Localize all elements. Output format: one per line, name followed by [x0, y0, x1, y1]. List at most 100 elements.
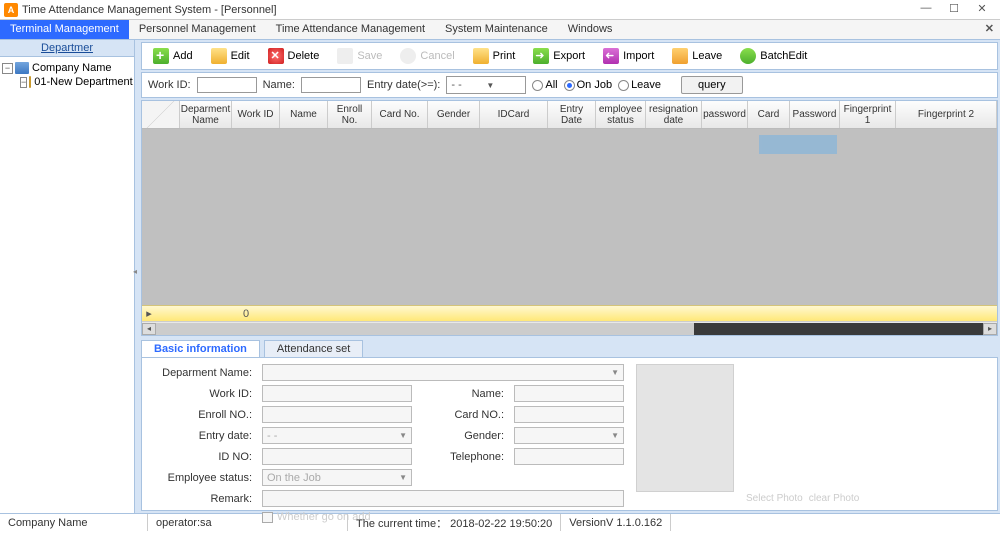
photo-preview	[636, 364, 734, 492]
tab-personnel-management[interactable]: Personnel Management	[129, 20, 266, 39]
grid-corner	[142, 101, 180, 128]
col-empstatus[interactable]: employee status	[596, 101, 646, 128]
col-gender[interactable]: Gender	[428, 101, 480, 128]
tab-attendance-set[interactable]: Attendance set	[264, 340, 363, 357]
tab-system-maintenance[interactable]: System Maintenance	[435, 20, 558, 39]
add-button[interactable]: Add	[146, 45, 200, 67]
tab-time-attendance[interactable]: Time Attendance Management	[266, 20, 435, 39]
leave-icon	[672, 48, 688, 64]
print-button[interactable]: Print	[466, 45, 523, 67]
scroll-thumb[interactable]	[156, 323, 694, 335]
query-button[interactable]: query	[681, 76, 743, 94]
col-entrydate[interactable]: Entry Date	[548, 101, 596, 128]
tree-toggle-icon[interactable]: −	[20, 77, 27, 88]
close-button[interactable]: ✕	[968, 2, 996, 18]
status-operator: operator:sa	[148, 514, 348, 531]
department-sidebar: Departmer − Company Name − 01-New Depart…	[0, 40, 135, 513]
remark-field[interactable]	[262, 490, 624, 507]
edit-button[interactable]: Edit	[204, 45, 257, 67]
company-icon	[15, 62, 29, 74]
import-icon	[603, 48, 619, 64]
enroll-field[interactable]	[262, 406, 412, 423]
scroll-right-icon[interactable]: ▸	[983, 323, 997, 335]
col-password[interactable]: password	[702, 101, 748, 128]
clear-photo-button[interactable]: clear Photo	[809, 493, 860, 504]
col-enroll[interactable]: Enroll No.	[328, 101, 372, 128]
grid-body	[142, 129, 997, 305]
import-button[interactable]: Import	[596, 45, 661, 67]
select-photo-button[interactable]: Select Photo	[746, 493, 803, 504]
name-field[interactable]	[514, 385, 624, 402]
tel-field[interactable]	[514, 448, 624, 465]
lbl-empstatus: Employee status:	[146, 469, 256, 489]
col-card[interactable]: Card	[748, 101, 790, 128]
status-version: VersionV 1.1.0.162	[561, 514, 671, 531]
workid-input[interactable]	[197, 77, 257, 93]
folder-icon	[29, 76, 31, 88]
close-document-button[interactable]: ✕	[985, 22, 994, 35]
pencil-icon	[211, 48, 227, 64]
tab-terminal-management[interactable]: Terminal Management	[0, 20, 129, 39]
delete-icon	[268, 48, 284, 64]
entry-date-field[interactable]: - -▼	[262, 427, 412, 444]
cancel-icon	[400, 48, 416, 64]
radio-leave[interactable]: Leave	[618, 79, 661, 91]
minimize-button[interactable]: —	[912, 2, 940, 18]
empstatus-select[interactable]: On the Job▼	[262, 469, 412, 486]
idno-field[interactable]	[262, 448, 412, 465]
maximize-button[interactable]: ☐	[940, 2, 968, 18]
batch-edit-button[interactable]: BatchEdit	[733, 45, 814, 67]
title-bar: A Time Attendance Management System - [P…	[0, 0, 1000, 20]
col-idcard[interactable]: IDCard	[480, 101, 548, 128]
col-resigndate[interactable]: resignation date	[646, 101, 702, 128]
entry-date-picker[interactable]: - -▼	[446, 76, 526, 94]
radio-on-job[interactable]: On Job	[564, 79, 612, 91]
tree-item-department[interactable]: − 01-New Department	[20, 75, 132, 89]
printer-icon	[473, 48, 489, 64]
col-password2[interactable]: Password	[790, 101, 840, 128]
col-department[interactable]: Deparment Name	[180, 101, 232, 128]
filter-bar: Work ID: Name: Entry date(>=): - -▼ All …	[141, 72, 998, 98]
export-button[interactable]: Export	[526, 45, 592, 67]
col-cardno[interactable]: Card No.	[372, 101, 428, 128]
chevron-down-icon: ▼	[611, 431, 619, 440]
radio-all[interactable]: All	[532, 79, 557, 91]
grid-hscrollbar[interactable]: ◂ ▸	[142, 321, 997, 335]
nav-next-icon[interactable]: ▸	[142, 307, 156, 320]
tree-root-company[interactable]: − Company Name	[2, 61, 132, 75]
radio-icon	[564, 80, 575, 91]
gender-select[interactable]: ▼	[514, 427, 624, 444]
tree-toggle-icon[interactable]: −	[2, 63, 13, 74]
tab-windows[interactable]: Windows	[558, 20, 623, 39]
grid-count: 0	[156, 308, 336, 320]
lbl-tel: Telephone:	[418, 448, 508, 468]
col-workid[interactable]: Work ID	[232, 101, 280, 128]
status-company: Company Name	[0, 514, 148, 531]
radio-icon	[618, 80, 629, 91]
card-field[interactable]	[514, 406, 624, 423]
leave-button[interactable]: Leave	[665, 45, 729, 67]
tab-basic-info[interactable]: Basic information	[141, 340, 260, 357]
tree-root-label: Company Name	[32, 62, 111, 74]
name-input[interactable]	[301, 77, 361, 93]
sidebar-header[interactable]: Departmer	[0, 40, 134, 57]
delete-button[interactable]: Delete	[261, 45, 327, 67]
splitter[interactable]	[135, 40, 139, 513]
col-name[interactable]: Name	[280, 101, 328, 128]
radio-icon	[532, 80, 543, 91]
lbl-department: Deparment Name:	[146, 364, 256, 384]
lbl-card: Card NO.:	[418, 406, 508, 426]
col-fp2[interactable]: Fingerprint 2	[896, 101, 997, 128]
workid-field[interactable]	[262, 385, 412, 402]
department-select[interactable]: ▼	[262, 364, 624, 381]
window-title: Time Attendance Management System - [Per…	[22, 4, 912, 16]
scroll-track[interactable]	[156, 323, 983, 335]
menu-bar: Terminal Management Personnel Management…	[0, 20, 1000, 40]
scroll-left-icon[interactable]: ◂	[142, 323, 156, 335]
workid-label: Work ID:	[148, 79, 191, 91]
col-fp1[interactable]: Fingerprint 1	[840, 101, 896, 128]
lbl-gender: Gender:	[418, 427, 508, 447]
chevron-down-icon: ▼	[486, 81, 521, 90]
entry-date-label: Entry date(>=):	[367, 79, 440, 91]
lbl-name: Name:	[418, 385, 508, 405]
